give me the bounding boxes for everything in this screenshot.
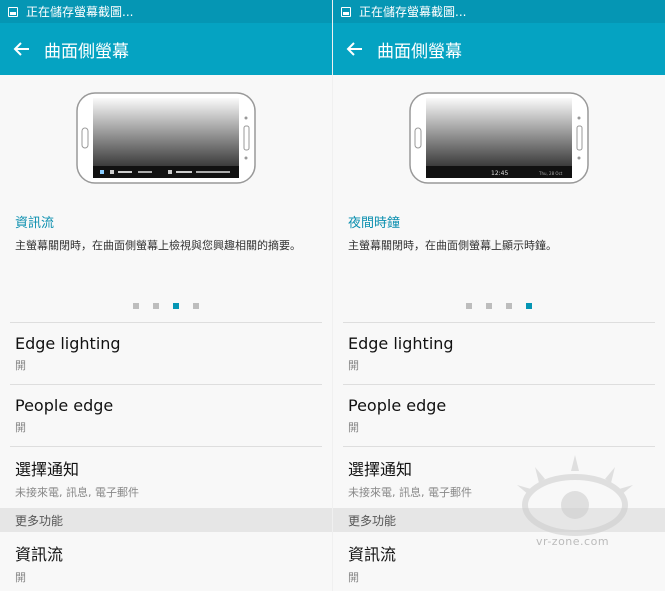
setting-people-edge[interactable]: People edge 開 <box>343 384 655 446</box>
setting-edge-lighting[interactable]: Edge lighting 開 <box>343 322 655 384</box>
setting-title: 選擇通知 <box>348 459 413 479</box>
status-text: 正在儲存螢幕截圖... <box>26 5 134 19</box>
app-bar: 曲面側螢幕 <box>0 23 332 75</box>
setting-value: 未接來電, 訊息, 電子郵件 <box>348 485 472 499</box>
page-title: 曲面側螢幕 <box>377 41 462 62</box>
page-dot[interactable] <box>466 303 472 309</box>
left-screen: 正在儲存螢幕截圖... 曲面側螢幕 資訊流 主螢幕關閉時，在曲面側螢幕上檢視與您… <box>0 0 332 591</box>
page-dot[interactable] <box>486 303 492 309</box>
setting-people-edge[interactable]: People edge 開 <box>10 384 322 446</box>
status-bar: 正在儲存螢幕截圖... <box>0 0 332 23</box>
setting-edge-lighting[interactable]: Edge lighting 開 <box>10 322 322 384</box>
setting-title: Edge lighting <box>15 334 121 353</box>
back-arrow-icon <box>13 42 29 56</box>
setting-value: 未接來電, 訊息, 電子郵件 <box>15 485 139 499</box>
feature-title: 資訊流 <box>15 216 55 231</box>
back-button[interactable] <box>12 39 32 59</box>
setting-select-notifications[interactable]: 選擇通知 未接來電, 訊息, 電子郵件 <box>10 446 322 508</box>
feature-title: 夜間時鐘 <box>348 216 401 231</box>
right-screen: 正在儲存螢幕截圖... 曲面側螢幕 12:45 Thu, 28 Oct 夜間時鐘… <box>333 0 665 591</box>
clock-time: 12:45 <box>491 170 508 177</box>
setting-value: 開 <box>15 421 26 434</box>
setting-select-notifications[interactable]: 選擇通知 未接來電, 訊息, 電子郵件 <box>343 446 655 508</box>
page-dot[interactable] <box>193 303 199 309</box>
watermark-text: vr-zone.com <box>536 535 610 548</box>
phone-preview-icon <box>76 91 256 184</box>
setting-value: 開 <box>15 571 26 584</box>
page-dot[interactable] <box>506 303 512 309</box>
page-dot-active[interactable] <box>173 303 179 309</box>
more-features-header: 更多功能 <box>333 508 665 532</box>
back-button[interactable] <box>345 39 365 59</box>
setting-value: 開 <box>15 359 26 372</box>
screenshot-icon <box>8 6 18 17</box>
page-indicator[interactable] <box>0 303 332 311</box>
settings-list: Edge lighting 開 People edge 開 選擇通知 未接來電,… <box>333 322 665 591</box>
page-dot-active[interactable] <box>526 303 532 309</box>
clock-date: Thu, 28 Oct <box>538 171 563 176</box>
status-bar: 正在儲存螢幕截圖... <box>333 0 665 23</box>
phone-preview-icon: 12:45 Thu, 28 Oct <box>409 91 589 184</box>
setting-info-stream[interactable]: 資訊流 開 <box>10 532 322 591</box>
page-dot[interactable] <box>133 303 139 309</box>
setting-title: 選擇通知 <box>15 459 80 479</box>
setting-value: 開 <box>348 571 359 584</box>
preview-image: 12:45 Thu, 28 Oct <box>333 75 665 200</box>
screenshot-icon <box>341 6 351 17</box>
setting-title: Edge lighting <box>348 334 454 353</box>
setting-title: People edge <box>348 396 447 415</box>
app-bar: 曲面側螢幕 <box>333 23 665 75</box>
page-indicator[interactable] <box>333 303 665 311</box>
preview-image <box>0 75 332 200</box>
page-dot[interactable] <box>153 303 159 309</box>
setting-title: 資訊流 <box>15 545 64 564</box>
setting-title: People edge <box>15 396 114 415</box>
back-arrow-icon <box>346 42 362 56</box>
feature-description: 主螢幕關閉時，在曲面側螢幕上顯示時鐘。 <box>348 239 557 252</box>
page-title: 曲面側螢幕 <box>44 41 129 62</box>
more-features-header: 更多功能 <box>0 508 332 532</box>
setting-value: 開 <box>348 421 359 434</box>
settings-list: Edge lighting 開 People edge 開 選擇通知 未接來電,… <box>0 322 332 591</box>
setting-value: 開 <box>348 359 359 372</box>
status-text: 正在儲存螢幕截圖... <box>359 5 467 19</box>
feature-description: 主螢幕關閉時，在曲面側螢幕上檢視與您興趣相關的摘要。 <box>15 239 301 252</box>
